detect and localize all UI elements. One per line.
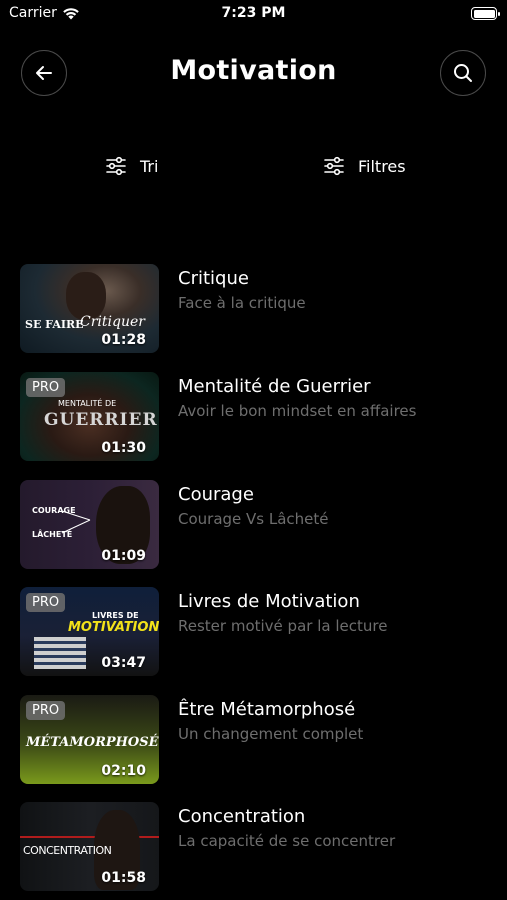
pro-badge: PRO [26, 593, 66, 612]
video-title: Mentalité de Guerrier [178, 376, 371, 397]
video-title: Livres de Motivation [178, 591, 360, 612]
battery-icon [471, 7, 500, 20]
video-title: Être Métamorphosé [178, 699, 356, 720]
video-subtitle: La capacité de se concentrer [178, 832, 396, 850]
pro-badge: PRO [26, 701, 66, 720]
thumbnail-caption: SE FAIRE [25, 318, 84, 331]
status-bar: Carrier 7:23 PM [0, 0, 507, 28]
status-time: 7:23 PM [221, 5, 286, 21]
video-thumbnail[interactable]: MÉTAMORPHOSÉ PRO 02:10 [20, 695, 159, 784]
duration-label: 01:09 [101, 548, 146, 564]
sort-button[interactable]: Tri [105, 153, 158, 179]
search-icon [454, 64, 472, 82]
video-subtitle: Avoir le bon mindset en affaires [178, 402, 417, 420]
thumbnail-caption: CONCENTRATION [23, 844, 112, 857]
thumbnail-caption: MÉTAMORPHOSÉ [26, 735, 159, 750]
sliders-icon [324, 156, 344, 176]
video-subtitle: Un changement complet [178, 725, 364, 743]
video-thumbnail[interactable]: MENTALITÉ DE GUERRIER PRO 01:30 [20, 372, 159, 461]
video-subtitle: Rester motivé par la lecture [178, 617, 388, 635]
video-thumbnail[interactable]: LIVRES DE MOTIVATION PRO 03:47 [20, 587, 159, 676]
search-button[interactable] [440, 50, 486, 96]
thumbnail-caption: GUERRIER [44, 410, 158, 430]
video-thumbnail[interactable]: SE FAIRE Critiquer 01:28 [20, 264, 159, 353]
pro-badge: PRO [26, 378, 66, 397]
filter-label: Filtres [358, 156, 406, 176]
video-thumbnail[interactable]: COURAGE LÂCHETÉ 01:09 [20, 480, 159, 569]
sliders-icon [106, 156, 126, 176]
filter-button[interactable]: Filtres [323, 153, 406, 179]
thumbnail-caption: Critiquer [80, 314, 145, 330]
duration-label: 01:30 [101, 440, 146, 456]
video-title: Courage [178, 484, 254, 505]
video-item-mentalite-de-guerrier[interactable]: MENTALITÉ DE GUERRIER PRO 01:30 Mentalit… [0, 372, 507, 462]
duration-label: 01:28 [101, 332, 146, 348]
video-subtitle: Face à la critique [178, 294, 306, 312]
video-item-etre-metamorphose[interactable]: MÉTAMORPHOSÉ PRO 02:10 Être Métamorphosé… [0, 695, 507, 785]
video-item-concentration[interactable]: CONCENTRATION 01:58 Concentration La cap… [0, 802, 507, 892]
duration-label: 03:47 [101, 655, 146, 671]
pointer-lines-icon [61, 510, 91, 534]
thumbnail-caption: LIVRES DE [92, 611, 139, 620]
video-item-livres-de-motivation[interactable]: LIVRES DE MOTIVATION PRO 03:47 Livres de… [0, 587, 507, 677]
video-thumbnail[interactable]: CONCENTRATION 01:58 [20, 802, 159, 891]
video-subtitle: Courage Vs Lâcheté [178, 510, 329, 528]
video-item-critique[interactable]: SE FAIRE Critiquer 01:28 Critique Face à… [0, 264, 507, 354]
header: Motivation [0, 48, 507, 96]
video-title: Concentration [178, 806, 306, 827]
thumbnail-caption: MENTALITÉ DE [58, 399, 117, 408]
thumbnail-caption: MOTIVATION [68, 620, 159, 635]
page-title: Motivation [170, 55, 337, 86]
video-title: Critique [178, 268, 249, 289]
sort-label: Tri [140, 156, 159, 176]
video-item-courage[interactable]: COURAGE LÂCHETÉ 01:09 Courage Courage Vs… [0, 480, 507, 570]
duration-label: 01:58 [101, 870, 146, 886]
duration-label: 02:10 [101, 763, 146, 779]
